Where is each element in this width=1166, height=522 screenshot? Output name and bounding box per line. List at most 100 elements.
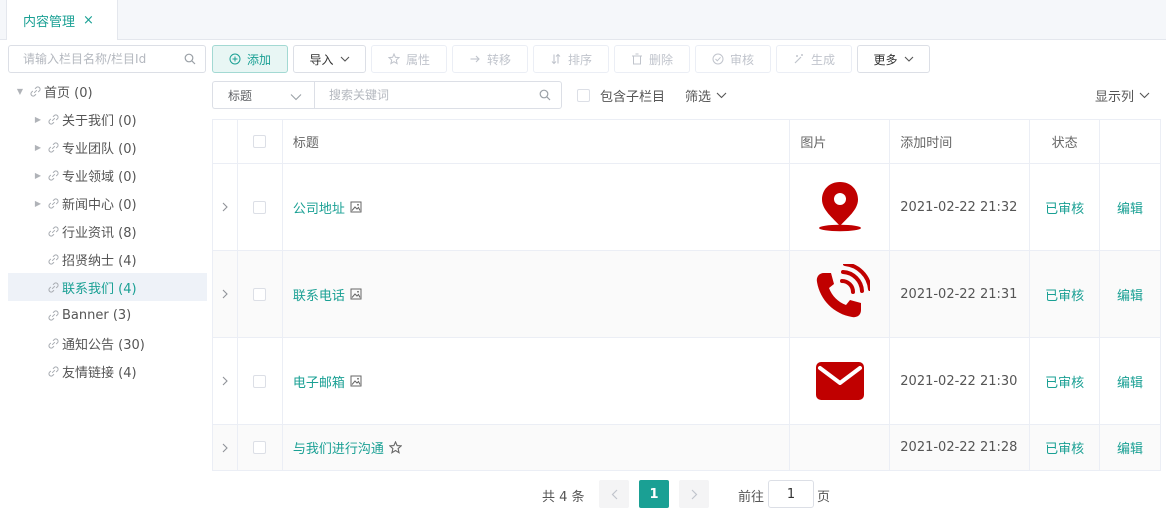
row-operation: 编辑 <box>1100 425 1161 470</box>
next-page-button[interactable] <box>679 480 709 508</box>
title-text: 公司地址 <box>292 201 345 217</box>
tree-node[interactable]: ▶ 专业团队 (0) <box>8 133 207 161</box>
trash-icon <box>631 53 643 65</box>
add-label: 添加 <box>246 52 271 67</box>
title-link[interactable]: 电子邮箱 <box>293 372 362 391</box>
tree-node[interactable]: 通知公告 (30) <box>8 329 207 357</box>
title-link[interactable]: 与我们进行沟通 <box>293 438 402 457</box>
move-button[interactable]: 转移 <box>452 45 528 73</box>
table-row: 公司地址 2021-02-22 21:32 已审核 编辑 <box>213 164 1161 251</box>
tree-node-label: 招贤纳士 (4) <box>62 253 137 269</box>
row-expand[interactable] <box>213 251 238 337</box>
tree-node[interactable]: ▼ 首页 (0) <box>8 77 207 105</box>
audit-button[interactable]: 审核 <box>695 45 771 73</box>
status-link[interactable]: 已审核 <box>1045 372 1084 391</box>
chevron-right-icon[interactable] <box>222 443 228 453</box>
page-number-button[interactable]: 1 <box>639 480 669 508</box>
tree-node[interactable]: 联系我们 (4) <box>8 273 207 301</box>
include-subcolumns[interactable]: 包含子栏目 <box>577 86 665 105</box>
chevron-right-icon[interactable] <box>222 289 228 299</box>
tree-node[interactable]: 招贤纳士 (4) <box>8 245 207 273</box>
row-select <box>238 425 283 470</box>
include-subcolumns-checkbox[interactable] <box>577 89 590 102</box>
tab-content-management[interactable]: 内容管理 × <box>6 0 118 40</box>
star-icon <box>387 53 400 65</box>
status-link[interactable]: 已审核 <box>1045 198 1084 217</box>
title-link[interactable]: 公司地址 <box>293 198 362 217</box>
goto-page-input[interactable] <box>768 480 814 508</box>
filter-dropdown[interactable]: 筛选 <box>685 86 727 105</box>
chevron-right-icon[interactable] <box>222 202 228 212</box>
display-columns-dropdown[interactable]: 显示列 <box>1095 86 1150 105</box>
status-link[interactable]: 已审核 <box>1045 438 1084 457</box>
attribute-label: 属性 <box>405 52 430 67</box>
add-button[interactable]: 添加 <box>212 45 288 73</box>
tree-node[interactable]: ▶ 新闻中心 (0) <box>8 189 207 217</box>
edit-link[interactable]: 编辑 <box>1117 285 1143 304</box>
check-circle-icon <box>712 53 724 65</box>
column-search-input[interactable] <box>9 46 169 72</box>
row-expand[interactable] <box>213 164 238 250</box>
select-all <box>238 120 283 163</box>
sort-label: 排序 <box>567 52 592 67</box>
link-icon <box>26 86 44 97</box>
tree-node[interactable]: ▶ 关于我们 (0) <box>8 105 207 133</box>
row-title: 联系电话 <box>283 251 791 337</box>
tree-node[interactable]: 友情链接 (4) <box>8 357 207 385</box>
tree-node[interactable]: 行业资讯 (8) <box>8 217 207 245</box>
tree-node-label: 新闻中心 (0) <box>62 197 137 213</box>
attribute-button[interactable]: 属性 <box>371 45 447 73</box>
row-title: 电子邮箱 <box>283 338 791 424</box>
edit-link[interactable]: 编辑 <box>1117 198 1143 217</box>
row-checkbox[interactable] <box>253 374 267 388</box>
field-select[interactable]: 标题 <box>212 81 314 109</box>
select-all-checkbox[interactable] <box>253 135 267 148</box>
link-icon <box>44 366 62 377</box>
display-columns-label: 显示列 <box>1094 90 1134 105</box>
row-expand[interactable] <box>213 425 238 470</box>
title-text: 与我们进行沟通 <box>292 442 384 457</box>
row-checkbox[interactable] <box>253 287 267 301</box>
row-status: 已审核 <box>1030 251 1101 337</box>
tree-node[interactable]: ▶ 专业领域 (0) <box>8 161 207 189</box>
link-icon <box>44 114 62 125</box>
row-checkbox[interactable] <box>253 200 267 214</box>
row-status: 已审核 <box>1030 338 1101 424</box>
star-icon <box>388 441 402 454</box>
chevron-right-icon[interactable] <box>222 376 228 386</box>
pagination: 共 4 条 1 前往 页 <box>0 480 1166 508</box>
row-image <box>790 425 891 470</box>
tree-node[interactable]: Banner (3) <box>8 301 207 329</box>
sort-button[interactable]: 排序 <box>533 45 609 73</box>
keyword-input[interactable] <box>315 82 525 108</box>
edit-link[interactable]: 编辑 <box>1117 372 1143 391</box>
status-link[interactable]: 已审核 <box>1045 285 1084 304</box>
phone-call-icon <box>810 264 870 324</box>
page-suffix: 页 <box>817 490 831 505</box>
row-checkbox[interactable] <box>253 441 267 454</box>
close-icon[interactable]: × <box>83 13 94 28</box>
chevron-down-icon <box>711 92 727 99</box>
delete-button[interactable]: 删除 <box>614 45 690 73</box>
search-icon[interactable] <box>539 89 551 105</box>
caret-right-icon[interactable]: ▶ <box>32 171 44 180</box>
generate-button[interactable]: 生成 <box>776 45 852 73</box>
more-button[interactable]: 更多 <box>857 45 930 73</box>
audit-label: 审核 <box>729 52 754 67</box>
tree-node-label: 专业领域 (0) <box>62 169 137 185</box>
magic-wand-icon <box>793 53 805 65</box>
chevron-down-icon <box>290 90 302 104</box>
row-time: 2021-02-22 21:28 <box>890 425 1031 470</box>
caret-right-icon[interactable]: ▶ <box>32 115 44 124</box>
import-button[interactable]: 导入 <box>293 45 366 73</box>
title-link[interactable]: 联系电话 <box>293 285 362 304</box>
prev-page-button[interactable] <box>599 480 629 508</box>
keyword-search <box>314 81 562 109</box>
row-expand[interactable] <box>213 338 238 424</box>
edit-link[interactable]: 编辑 <box>1117 438 1143 457</box>
link-icon <box>44 282 62 293</box>
caret-down-icon[interactable]: ▼ <box>14 87 26 96</box>
caret-right-icon[interactable]: ▶ <box>32 199 44 208</box>
caret-right-icon[interactable]: ▶ <box>32 143 44 152</box>
search-icon[interactable] <box>184 53 196 69</box>
